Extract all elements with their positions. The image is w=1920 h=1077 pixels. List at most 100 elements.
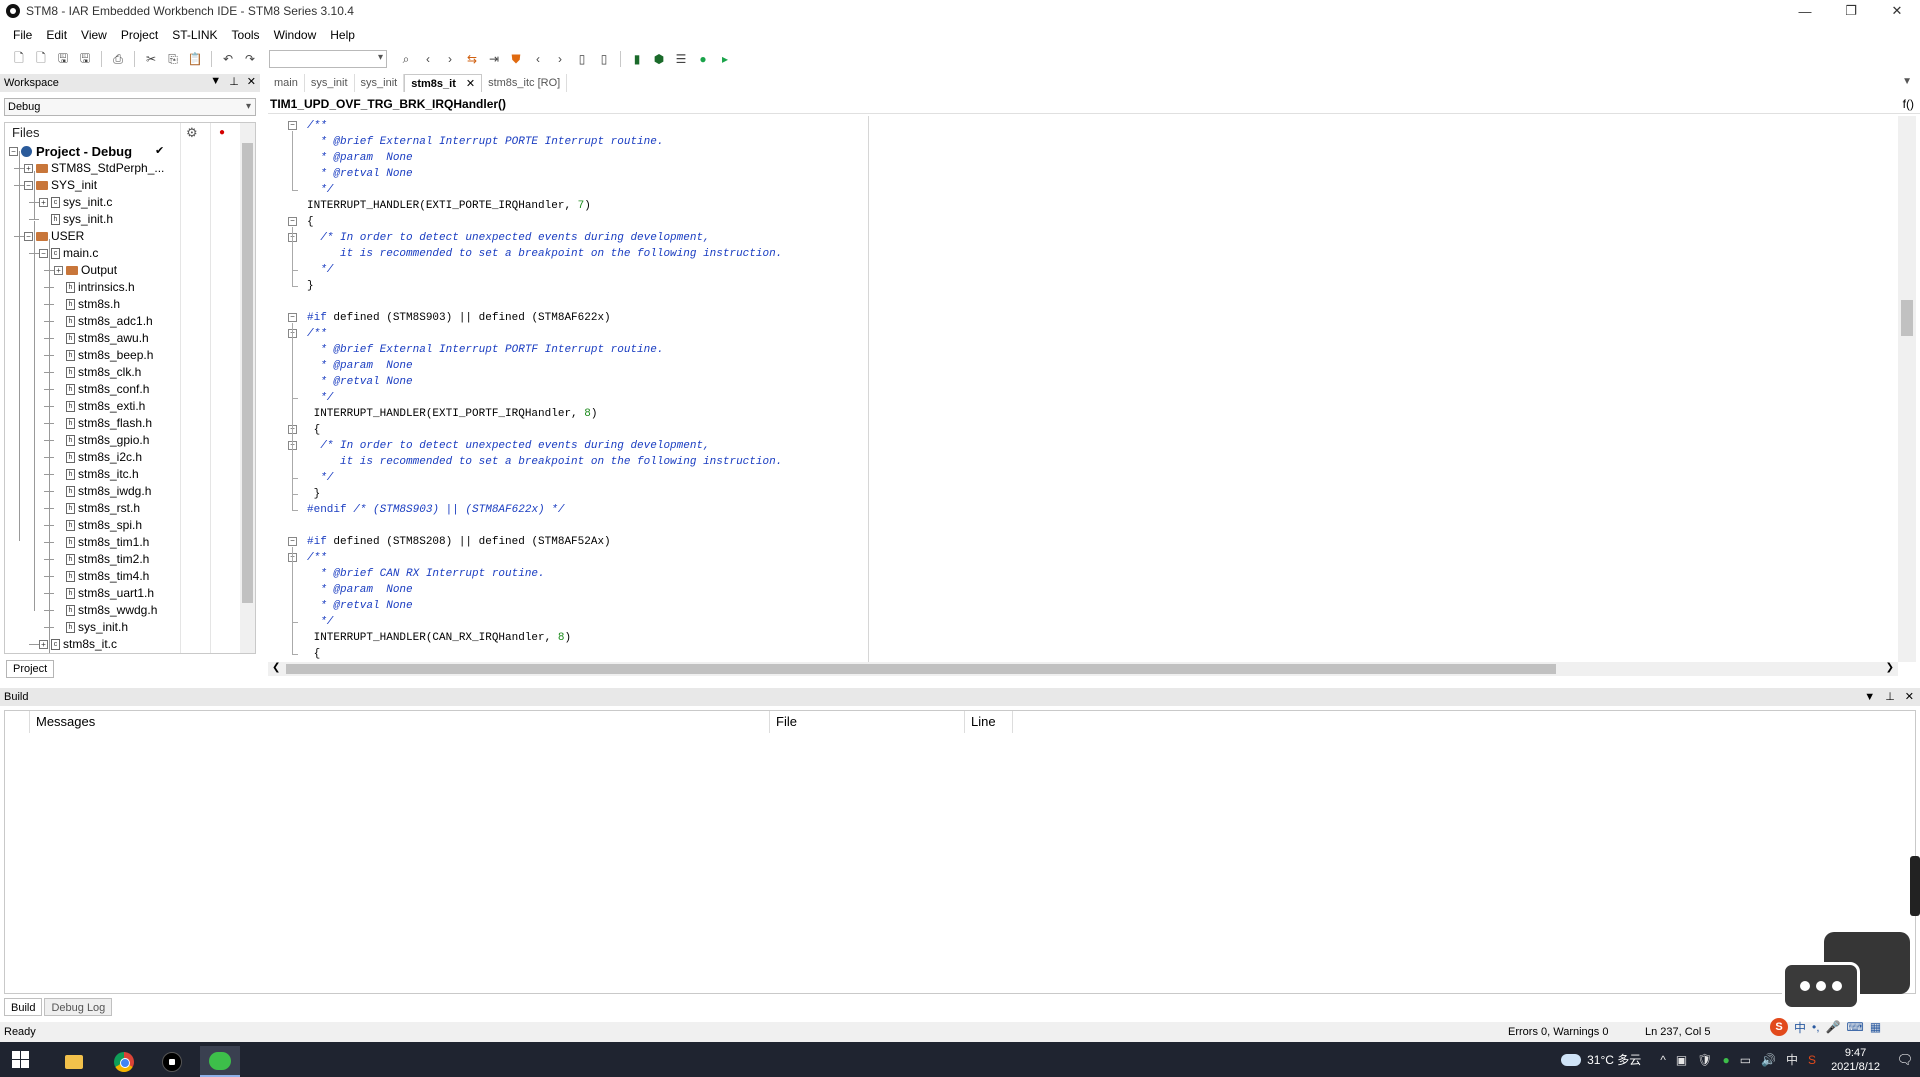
menu-st-link[interactable]: ST-LINK	[165, 28, 224, 42]
scroll-left-icon[interactable]: ❮	[272, 662, 280, 673]
new-file-icon[interactable]: 🗋	[10, 50, 28, 68]
tab-main[interactable]: main	[268, 74, 305, 92]
expand-icon[interactable]: +	[24, 164, 33, 173]
tree-item[interactable]: h stm8s_iwdg.h	[54, 483, 151, 500]
tree-item[interactable]: h intrinsics.h	[54, 279, 135, 296]
tab-stm8s-it[interactable]: stm8s_it ✕	[404, 74, 483, 92]
code-editor[interactable]: /** * @brief External Interrupt PORTE In…	[268, 116, 1898, 662]
column-file[interactable]: File	[770, 711, 965, 733]
clock[interactable]: 9:47 2021/8/12	[1831, 1046, 1880, 1074]
weather-widget[interactable]: 31°C 多云	[1561, 1051, 1641, 1068]
search-icon[interactable]: ⌕	[397, 50, 415, 68]
tree-item[interactable]: h stm8s_itc.h	[54, 466, 139, 483]
function-navigator[interactable]: TIM1_UPD_OVF_TRG_BRK_IRQHandler() f()	[268, 94, 1920, 114]
tab-debug-log[interactable]: Debug Log	[44, 998, 113, 1016]
menu-project[interactable]: Project	[114, 28, 165, 42]
network-icon[interactable]: ▭	[1740, 1053, 1751, 1067]
tree-item[interactable]: + STM8S_StdPerph_...	[24, 160, 164, 177]
tree-item[interactable]: h stm8s_uart1.h	[54, 585, 154, 602]
column-messages[interactable]: Messages	[30, 711, 770, 733]
ime-keyboard-icon[interactable]: ⌨	[1847, 1020, 1864, 1034]
tree-item[interactable]: − c main.c	[39, 245, 98, 262]
scrollbar-thumb[interactable]	[286, 664, 1556, 674]
restore-button[interactable]: ❐	[1828, 0, 1874, 22]
new-workspace-icon[interactable]: 🗋	[32, 50, 50, 68]
taskbar-wechat[interactable]	[200, 1046, 240, 1077]
collapse-icon[interactable]: −	[9, 147, 18, 156]
menu-file[interactable]: File	[6, 28, 39, 42]
build-icon[interactable]: ▮	[628, 50, 646, 68]
tray-app-icon[interactable]: ▣	[1676, 1053, 1687, 1067]
editor-horizontal-scrollbar[interactable]: ❮ ❯	[268, 662, 1898, 676]
tree-item[interactable]: + c stm8s_it.c	[39, 636, 117, 653]
print-icon[interactable]: ⎙	[109, 50, 127, 68]
bookmark-icon[interactable]: ⛊	[507, 50, 525, 68]
save-all-icon[interactable]: 🖫	[76, 50, 94, 68]
menu-edit[interactable]: Edit	[39, 28, 74, 42]
configuration-select[interactable]: Debug	[4, 98, 256, 116]
windows-start-icon[interactable]	[12, 1051, 29, 1068]
tree-item[interactable]: h stm8s_clk.h	[54, 364, 141, 381]
tree-item[interactable]: h stm8s_tim1.h	[54, 534, 149, 551]
ime-voice-icon[interactable]: 🎤	[1826, 1020, 1841, 1034]
menu-help[interactable]: Help	[323, 28, 362, 42]
tree-item[interactable]: h stm8s_gpio.h	[54, 432, 149, 449]
tree-item[interactable]: h stm8s_i2c.h	[54, 449, 142, 466]
chevron-left-icon[interactable]: ‹	[419, 50, 437, 68]
sogou-ime-icon[interactable]: S	[1770, 1018, 1788, 1036]
side-handle[interactable]	[1910, 856, 1920, 916]
project-tab[interactable]: Project	[6, 660, 54, 678]
tree-item[interactable]: + Output	[54, 262, 117, 279]
back-icon[interactable]: ‹	[529, 50, 547, 68]
tree-item[interactable]: h stm8s_wwdg.h	[54, 602, 157, 619]
goto-icon[interactable]: ⇥	[485, 50, 503, 68]
taskbar-iar-ide[interactable]	[152, 1046, 192, 1077]
wechat-tray-icon[interactable]: ●	[1722, 1053, 1729, 1067]
close-icon[interactable]: ✕	[1905, 688, 1914, 706]
tab-build[interactable]: Build	[4, 998, 43, 1016]
pin-icon[interactable]: ⊥	[1885, 688, 1895, 706]
compile-icon[interactable]: ▯	[573, 50, 591, 68]
menu-view[interactable]: View	[74, 28, 114, 42]
download-debug-icon[interactable]: ●	[694, 50, 712, 68]
ime-punct-icon[interactable]: •,	[1812, 1020, 1820, 1034]
taskbar-file-explorer[interactable]	[54, 1046, 94, 1077]
collapse-icon[interactable]: −	[24, 181, 33, 190]
shield-icon[interactable]: 🛡	[1697, 1053, 1712, 1067]
editor-vertical-scrollbar[interactable]	[1898, 116, 1916, 662]
tree-item[interactable]: − Project - Debug	[9, 143, 132, 160]
tab-sys-init[interactable]: sys_init	[305, 74, 355, 92]
tree-item[interactable]: h stm8s_conf.h	[54, 381, 149, 398]
menu-tools[interactable]: Tools	[225, 28, 267, 42]
tree-item[interactable]: h stm8s_awu.h	[54, 330, 149, 347]
pin-icon[interactable]: ⊥	[229, 75, 239, 88]
chat-widget[interactable]	[1782, 932, 1912, 1012]
breakpoint-icon[interactable]: ⬢	[650, 50, 668, 68]
tree-item[interactable]: h sys_init.h	[54, 619, 128, 636]
tree-item[interactable]: h stm8s_tim2.h	[54, 551, 149, 568]
tree-item[interactable]: h stm8s_beep.h	[54, 347, 153, 364]
expand-icon[interactable]: +	[54, 266, 63, 275]
save-icon[interactable]: 🖫	[54, 50, 72, 68]
input-language-icon[interactable]: 中	[1786, 1051, 1798, 1068]
dropdown-icon[interactable]: ▼	[210, 75, 221, 88]
copy-icon[interactable]: ⎘	[164, 50, 182, 68]
tree-item[interactable]: + c sys_init.c	[39, 194, 112, 211]
tree-item[interactable]: h stm8s_rst.h	[54, 500, 140, 517]
replace-icon[interactable]: ⇆	[463, 50, 481, 68]
tree-item[interactable]: h stm8s_tim4.h	[54, 568, 149, 585]
tab-list-icon[interactable]: ▼	[1902, 76, 1912, 87]
tree-item[interactable]: h stm8s_adc1.h	[54, 313, 153, 330]
undo-icon[interactable]: ↶	[219, 50, 237, 68]
function-list-button[interactable]: f()	[1903, 94, 1914, 114]
tree-scrollbar[interactable]	[240, 123, 255, 653]
chevron-right-icon[interactable]: ›	[441, 50, 459, 68]
ime-lang-icon[interactable]: 中	[1794, 1019, 1806, 1036]
tree-item[interactable]: h stm8s_flash.h	[54, 415, 152, 432]
tree-item[interactable]: h stm8s_spi.h	[54, 517, 142, 534]
fold-toggle-icon[interactable]: −	[288, 313, 297, 322]
fold-toggle-icon[interactable]: −	[288, 121, 297, 130]
column-line[interactable]: Line	[965, 711, 1013, 733]
volume-icon[interactable]: 🔊	[1761, 1053, 1776, 1067]
scrollbar-thumb[interactable]	[242, 143, 253, 603]
